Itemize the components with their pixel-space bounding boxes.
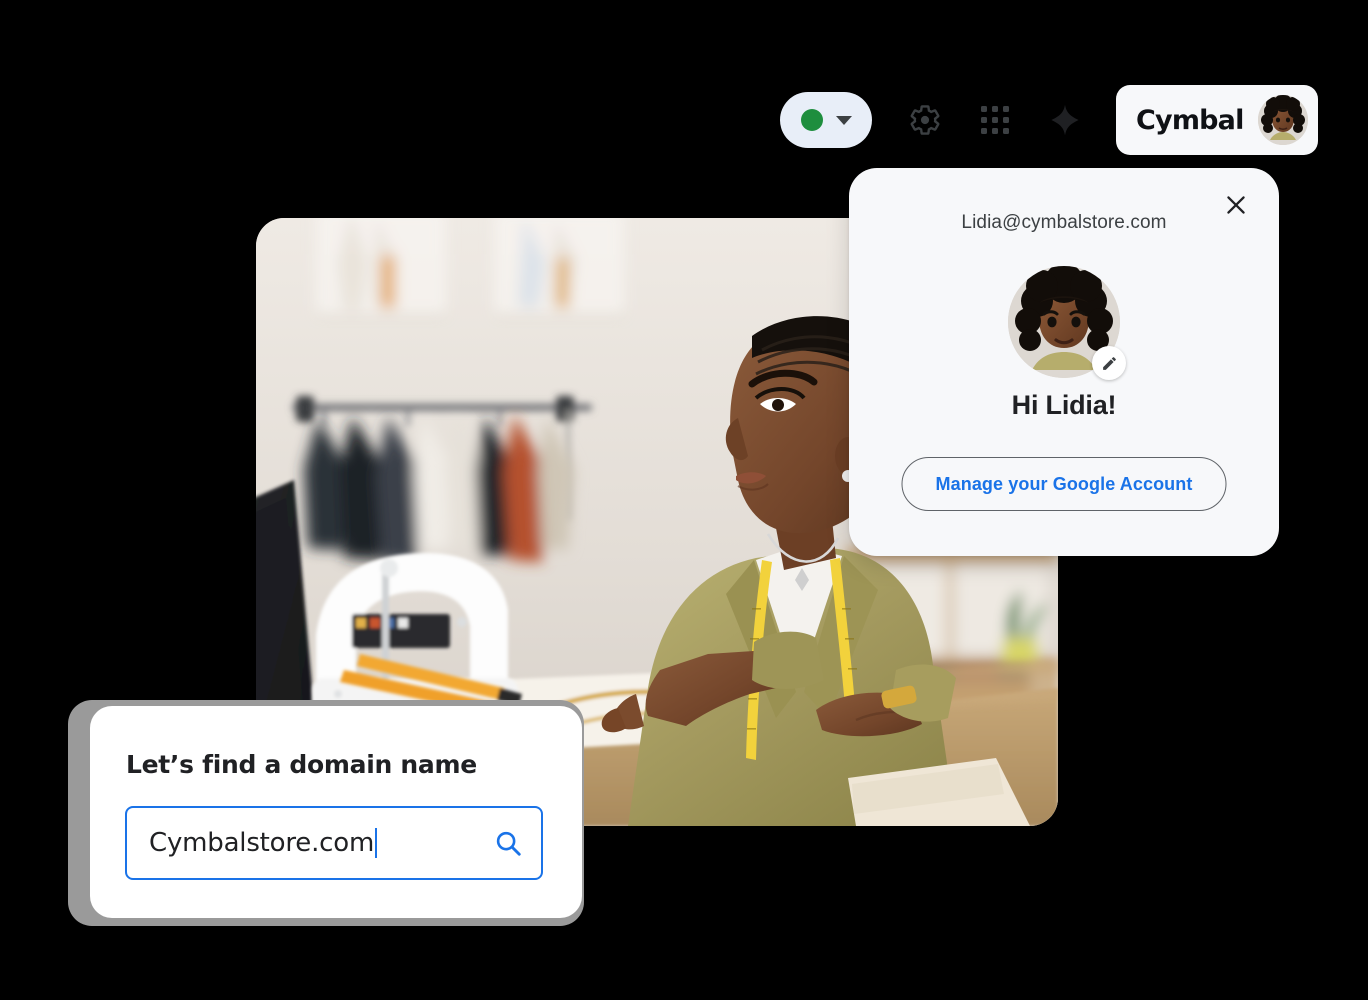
sparkle-icon bbox=[1051, 104, 1079, 136]
gear-icon bbox=[910, 105, 940, 135]
google-apps-button[interactable] bbox=[966, 91, 1024, 149]
search-icon bbox=[496, 831, 521, 856]
top-toolbar: Cymbal bbox=[780, 78, 1318, 162]
pencil-icon bbox=[1102, 356, 1116, 370]
apps-grid-icon bbox=[980, 105, 1010, 135]
gemini-sparkle-button[interactable] bbox=[1036, 91, 1094, 149]
domain-search-card: Let’s find a domain name Cymbalstore.com bbox=[90, 706, 582, 918]
search-card-title: Let’s find a domain name bbox=[126, 750, 477, 779]
chevron-down-icon bbox=[835, 115, 852, 125]
edit-avatar-button[interactable] bbox=[1092, 346, 1126, 380]
account-email: Lidia@cymbalstore.com bbox=[961, 212, 1167, 233]
status-dot-icon bbox=[800, 109, 823, 131]
brand-account-chip[interactable]: Cymbal bbox=[1116, 85, 1318, 155]
greeting-text: Hi Lidia! bbox=[1011, 390, 1117, 420]
domain-search-input[interactable]: Cymbalstore.com bbox=[125, 806, 543, 880]
settings-button[interactable] bbox=[896, 91, 954, 149]
domain-search-value: Cymbalstore.com bbox=[149, 828, 375, 858]
brand-label: Cymbal bbox=[1136, 104, 1244, 136]
avatar bbox=[1257, 95, 1308, 145]
account-popup-card: Lidia@cymbalstore.com Hi Lidia! Manage y… bbox=[849, 168, 1279, 556]
page-canvas: Cymbal Lidia@cymbalstore.com Hi Lidia! M… bbox=[0, 0, 1368, 1000]
search-submit-button[interactable] bbox=[491, 826, 525, 860]
manage-google-account-button[interactable]: Manage your Google Account bbox=[901, 457, 1227, 511]
status-pill-dropdown[interactable] bbox=[780, 92, 872, 148]
text-cursor bbox=[375, 828, 378, 858]
